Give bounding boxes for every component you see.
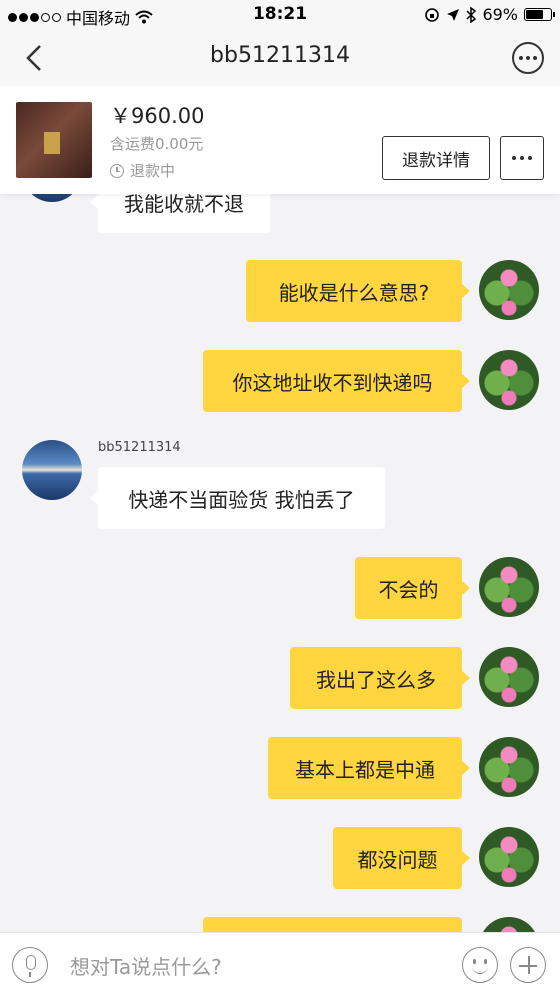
nav-bar: bb51211314: [0, 30, 560, 86]
user-avatar[interactable]: [479, 350, 539, 410]
message-bubble-outgoing[interactable]: 不会的: [355, 557, 470, 619]
message-bubble-outgoing[interactable]: [203, 917, 462, 932]
status-right: 69%: [424, 5, 555, 24]
product-thumbnail[interactable]: [16, 102, 92, 178]
message-bubble-outgoing[interactable]: 基本上都是中通: [268, 737, 470, 799]
product-price: ￥960.00: [110, 104, 205, 128]
microphone-icon[interactable]: [12, 947, 48, 983]
refund-status: 退款中: [110, 160, 175, 181]
user-avatar[interactable]: [479, 917, 539, 932]
location-icon: [447, 8, 460, 21]
emoji-icon[interactable]: [462, 947, 498, 983]
card-more-button[interactable]: [500, 136, 544, 180]
user-avatar[interactable]: [479, 557, 539, 617]
user-avatar[interactable]: [479, 647, 539, 707]
battery-percent: 69%: [482, 5, 518, 24]
contact-avatar[interactable]: [22, 440, 82, 500]
contact-avatar[interactable]: [22, 194, 82, 202]
shipping-fee: 含运费0.00元: [110, 135, 204, 153]
message-bubble-incoming[interactable]: 我能收就不退: [90, 194, 270, 233]
message-bubble-outgoing[interactable]: 都没问题: [333, 827, 470, 889]
chat-area[interactable]: 我能收就不退 能收是什么意思? 你这地址收不到快递吗 bb51211314 快递…: [0, 194, 560, 932]
message-bubble-outgoing[interactable]: 我出了这么多: [290, 647, 470, 709]
message-bubble-outgoing[interactable]: 你这地址收不到快递吗: [203, 350, 470, 412]
user-avatar[interactable]: [479, 737, 539, 797]
page-title: bb51211314: [210, 43, 350, 68]
user-avatar[interactable]: [479, 827, 539, 887]
user-avatar[interactable]: [479, 260, 539, 320]
battery-icon: [524, 8, 555, 21]
rotation-lock-icon: [425, 7, 440, 22]
more-options-icon[interactable]: [512, 42, 544, 74]
status-bar: 中国移动 18:21 69%: [0, 0, 560, 30]
refund-status-label: 退款中: [130, 162, 176, 180]
message-input-bar: 想对Ta说点什么?: [0, 932, 560, 996]
message-input[interactable]: 想对Ta说点什么?: [70, 951, 222, 980]
add-attachment-icon[interactable]: [510, 947, 546, 983]
refund-details-button[interactable]: 退款详情: [382, 136, 490, 180]
message-bubble-outgoing[interactable]: 能收是什么意思?: [246, 260, 470, 322]
sender-name: bb51211314: [98, 440, 181, 455]
clock-icon: [110, 163, 124, 178]
message-bubble-incoming[interactable]: 快递不当面验货 我怕丢了: [90, 467, 385, 529]
bluetooth-icon: [466, 6, 477, 23]
